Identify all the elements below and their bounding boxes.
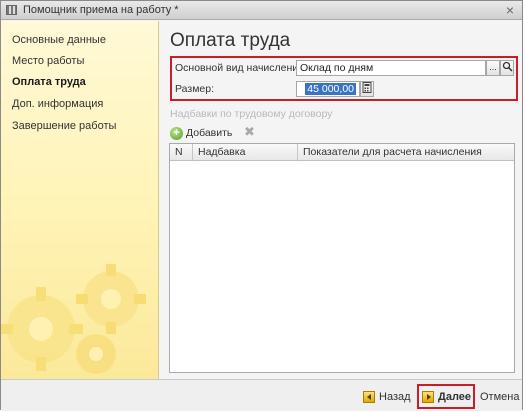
wizard-steps-sidebar: Основные данные Место работы Оплата труд… [1,21,159,379]
column-divider [297,144,298,161]
column-divider [192,144,193,161]
column-header-n[interactable]: N [175,146,183,158]
hire-wizard-window: Помощник приема на работу * × Основные д… [0,0,523,411]
select-button[interactable]: ... [486,60,500,76]
allowances-table[interactable]: N Надбавка Показатели для расчета начисл… [169,143,515,373]
cancel-button[interactable]: Отмена [480,387,519,406]
sidebar-item-extra-info[interactable]: Доп. информация [12,98,103,110]
gears-decoration [1,264,146,374]
arrow-right-icon [422,390,434,403]
allowances-toolbar: + Добавить ✖ [170,124,370,142]
search-icon[interactable] [500,60,514,76]
add-icon: + [170,126,183,140]
sidebar-item-payment[interactable]: Оплата труда [12,76,86,88]
arrow-left-icon [363,390,375,403]
accrual-type-label: Основной вид начисления: [175,62,307,74]
window-title: Помощник приема на работу * [23,4,179,16]
title-bar: Помощник приема на работу * × [1,1,522,20]
table-header: N Надбавка Показатели для расчета начисл… [170,144,514,161]
next-button[interactable]: Далее [422,387,471,406]
cancel-label: Отмена [480,390,520,403]
wizard-footer: Назад Далее Отмена [1,379,522,411]
calculator-icon[interactable] [360,81,374,97]
app-icon [6,5,17,15]
column-header-allowance[interactable]: Надбавка [198,146,245,158]
amount-field[interactable]: 45 000,00 [296,81,360,97]
amount-label: Размер: [175,83,215,95]
add-allowance-button[interactable]: + Добавить [170,125,232,141]
page-title: Оплата труда [170,30,291,51]
sidebar-item-workplace[interactable]: Место работы [12,55,84,67]
accrual-type-field[interactable]: Оклад по дням [296,60,486,76]
allowances-section-title: Надбавки по трудовому договору [170,108,333,120]
add-label: Добавить [186,127,233,139]
close-icon[interactable]: × [506,2,514,18]
column-header-indicators[interactable]: Показатели для расчета начисления [303,146,482,158]
amount-value: 45 000,00 [305,83,356,95]
main-panel: Оплата труда Основной вид начисления: Ок… [160,21,522,379]
next-label: Далее [438,390,472,403]
back-label: Назад [379,390,411,403]
delete-icon[interactable]: ✖ [244,124,255,140]
back-button[interactable]: Назад [363,387,411,406]
sidebar-item-basic-data[interactable]: Основные данные [12,34,106,46]
sidebar-item-finish[interactable]: Завершение работы [12,120,116,132]
